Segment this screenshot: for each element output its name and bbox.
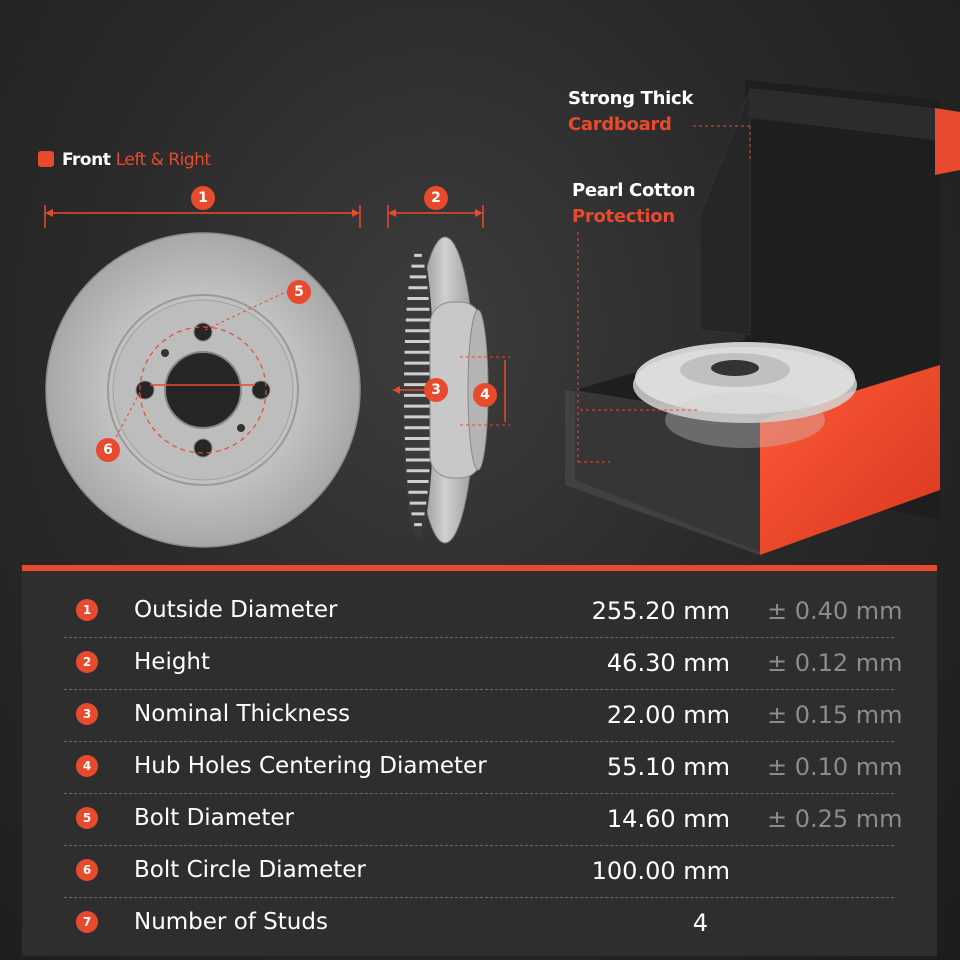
spec-row: 5 Bolt Diameter 14.60 mm ± 0.25 mm [64, 793, 903, 846]
spec-value: 46.30 mm [606, 649, 730, 677]
badge-5: 5 [287, 280, 311, 304]
spec-number-badge: 1 [76, 599, 98, 621]
product-illustration [44, 80, 960, 555]
spec-value: 22.00 mm [606, 701, 730, 729]
badge-2: 2 [424, 186, 448, 210]
spec-row: 2 Height 46.30 mm ± 0.12 mm [64, 637, 903, 690]
spec-row: 4 Hub Holes Centering Diameter 55.10 mm … [64, 741, 903, 794]
spec-name: Number of Studs [134, 909, 328, 935]
spec-name: Hub Holes Centering Diameter [134, 753, 487, 779]
spec-value: 100.00 mm [591, 857, 730, 885]
badge-3: 3 [424, 378, 448, 402]
spec-row: 3 Nominal Thickness 22.00 mm ± 0.15 mm [64, 689, 903, 742]
spec-value: 14.60 mm [606, 805, 730, 833]
spec-value: 255.20 mm [591, 597, 730, 625]
spec-tolerance: ± 0.15 mm [767, 701, 903, 729]
spec-number-badge: 3 [76, 703, 98, 725]
badge-1: 1 [191, 186, 215, 210]
callout-cardboard-line2: Cardboard [568, 114, 672, 135]
spec-row: 7 Number of Studs 4 [64, 897, 894, 949]
spec-tolerance: ± 0.10 mm [767, 753, 903, 781]
callout-cotton-line1: Pearl Cotton [572, 180, 696, 201]
rotor-front-view [45, 232, 361, 548]
callout-cardboard: Strong Thick Cardboard [568, 86, 693, 138]
spec-tolerance: ± 0.25 mm [767, 805, 903, 833]
spec-name: Outside Diameter [134, 597, 338, 623]
badge-6: 6 [96, 438, 120, 462]
spec-name: Bolt Diameter [134, 805, 294, 831]
spec-name: Height [134, 649, 211, 675]
spec-name: Bolt Circle Diameter [134, 857, 366, 883]
badge-4: 4 [473, 383, 497, 407]
spec-value: 4 [692, 909, 708, 937]
spec-number-badge: 6 [76, 859, 98, 881]
spec-number-badge: 4 [76, 755, 98, 777]
spec-number-badge: 2 [76, 651, 98, 673]
spec-number-badge: 5 [76, 807, 98, 829]
spec-row: 6 Bolt Circle Diameter 100.00 mm [64, 845, 894, 898]
specs-panel: 1 Outside Diameter 255.20 mm ± 0.40 mm 2… [22, 565, 937, 956]
callout-cotton: Pearl Cotton Protection [572, 178, 696, 230]
spec-tolerance: ± 0.40 mm [767, 597, 903, 625]
packaging-box [565, 80, 960, 555]
spec-number-badge: 7 [76, 911, 98, 933]
spec-tolerance: ± 0.12 mm [767, 649, 903, 677]
callout-cardboard-line1: Strong Thick [568, 88, 694, 109]
spec-name: Nominal Thickness [134, 701, 351, 727]
callout-cotton-line2: Protection [572, 206, 675, 227]
spec-value: 55.10 mm [606, 753, 730, 781]
spec-row: 1 Outside Diameter 255.20 mm ± 0.40 mm [64, 585, 903, 638]
